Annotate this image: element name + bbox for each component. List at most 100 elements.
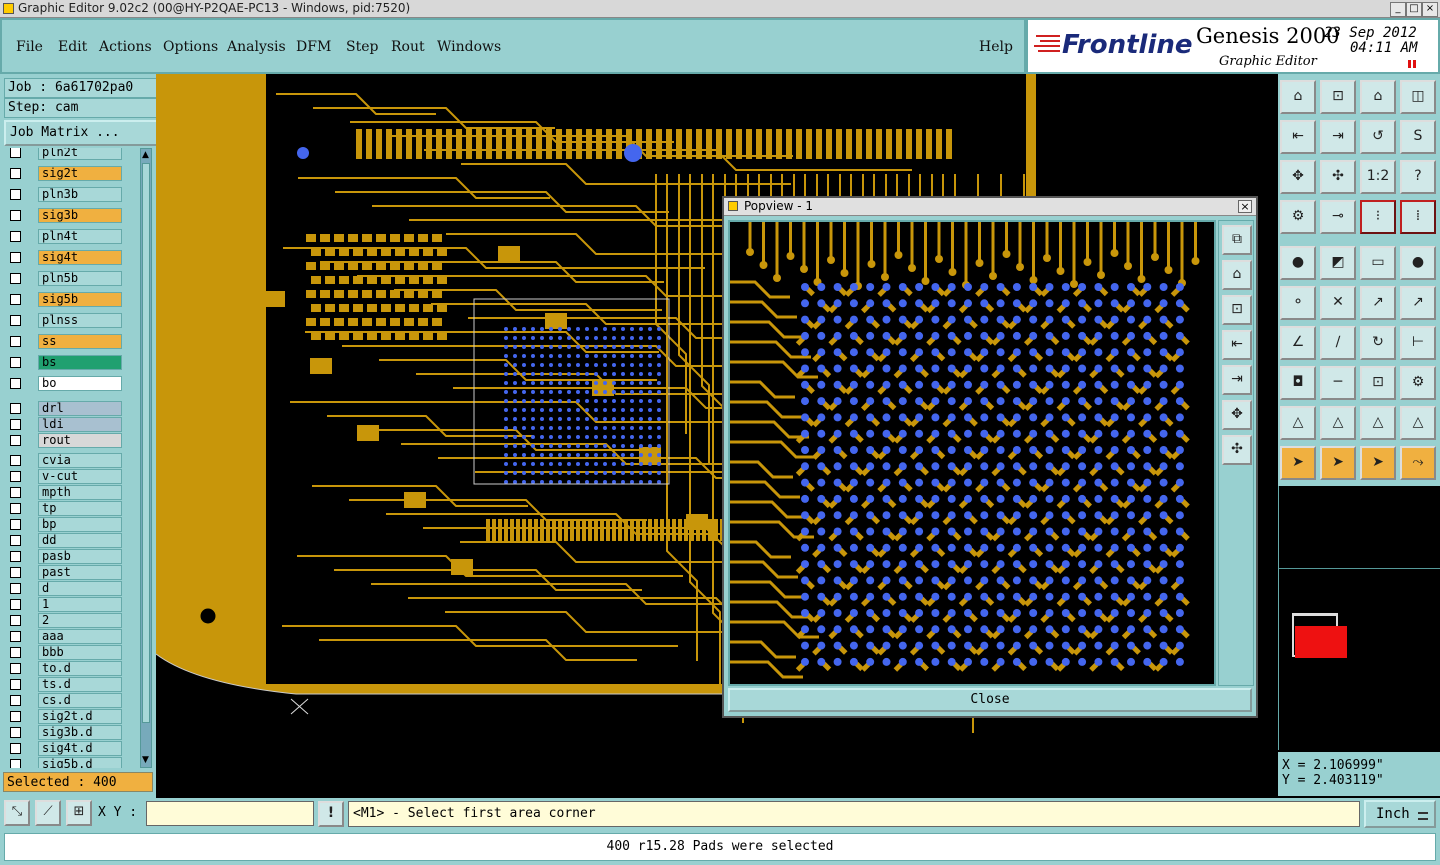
layer-row[interactable]: mpth bbox=[6, 485, 124, 500]
tool-button-icon[interactable]: ⚬ bbox=[1280, 286, 1316, 320]
layer-row[interactable]: sig4t.d bbox=[6, 741, 124, 756]
layer-name[interactable]: 2 bbox=[38, 613, 122, 628]
layer-row[interactable]: pln2t bbox=[6, 148, 124, 160]
layer-row[interactable]: tp bbox=[6, 501, 124, 516]
layer-name[interactable]: sig2t.d bbox=[38, 709, 122, 724]
tool-button-icon[interactable]: △ bbox=[1360, 406, 1396, 440]
tool-button-icon[interactable]: ↗ bbox=[1360, 286, 1396, 320]
layer-checkbox[interactable] bbox=[10, 455, 21, 466]
grid-icon[interactable]: ⊞ bbox=[66, 800, 92, 826]
tool-button-icon[interactable]: ⇤ bbox=[1280, 120, 1316, 154]
tool-button-icon[interactable]: ➤ bbox=[1360, 446, 1396, 480]
tool-button-icon[interactable]: ⊡ bbox=[1360, 366, 1396, 400]
layer-checkbox[interactable] bbox=[10, 273, 21, 284]
layer-checkbox[interactable] bbox=[10, 357, 21, 368]
layer-checkbox[interactable] bbox=[10, 519, 21, 530]
layer-checkbox[interactable] bbox=[10, 647, 21, 658]
layer-name[interactable]: sig2t bbox=[38, 166, 122, 181]
layer-name[interactable]: cs.d bbox=[38, 693, 122, 708]
tool-button-icon[interactable]: ⌂ bbox=[1280, 80, 1316, 114]
layer-checkbox[interactable] bbox=[10, 315, 21, 326]
menu-dfm[interactable]: DFM bbox=[296, 39, 331, 55]
maximize-button[interactable]: □ bbox=[1406, 2, 1422, 17]
layer-checkbox[interactable] bbox=[10, 535, 21, 546]
tool-button-icon[interactable]: ➤ bbox=[1320, 446, 1356, 480]
overview-map[interactable] bbox=[1278, 486, 1440, 750]
layer-checkbox[interactable] bbox=[10, 471, 21, 482]
tool-button-icon[interactable]: ↺ bbox=[1360, 120, 1396, 154]
tool-button-icon[interactable]: ? bbox=[1400, 160, 1436, 194]
popview-zoom-view[interactable] bbox=[730, 222, 1214, 684]
menu-analysis[interactable]: Analysis bbox=[227, 39, 286, 55]
layer-checkbox[interactable] bbox=[10, 252, 21, 263]
layer-name[interactable]: sig3b bbox=[38, 208, 122, 223]
units-dropdown[interactable]: Inch bbox=[1364, 800, 1436, 828]
tool-button-icon[interactable]: ∕ bbox=[1320, 326, 1356, 360]
tool-button-icon[interactable]: 1:2 bbox=[1360, 160, 1396, 194]
tool-button-icon[interactable]: ● bbox=[1280, 246, 1316, 280]
layer-row[interactable]: sig3b bbox=[6, 208, 124, 223]
menu-actions[interactable]: Actions bbox=[99, 39, 152, 55]
layer-name[interactable]: d bbox=[38, 581, 122, 596]
tool-button-icon[interactable]: ⊢ bbox=[1400, 326, 1436, 360]
layer-name[interactable]: tp bbox=[38, 501, 122, 516]
popview-tool-icon[interactable]: ⊡ bbox=[1222, 295, 1252, 325]
popview-tool-icon[interactable]: ⌂ bbox=[1222, 260, 1252, 290]
layer-scrollbar[interactable]: ▲ ▼ bbox=[140, 148, 152, 768]
layer-checkbox[interactable] bbox=[10, 231, 21, 242]
layer-checkbox[interactable] bbox=[10, 487, 21, 498]
layer-row[interactable]: bp bbox=[6, 517, 124, 532]
layer-checkbox[interactable] bbox=[10, 378, 21, 389]
layer-checkbox[interactable] bbox=[10, 679, 21, 690]
tool-button-icon[interactable]: △ bbox=[1320, 406, 1356, 440]
layer-row[interactable]: sig5b bbox=[6, 292, 124, 307]
tool-button-icon[interactable]: ⌂ bbox=[1360, 80, 1396, 114]
tool-button-icon[interactable]: ◫ bbox=[1400, 80, 1436, 114]
layer-row[interactable]: bbb bbox=[6, 645, 124, 660]
popview-tool-icon[interactable]: ✥ bbox=[1222, 400, 1252, 430]
layer-row[interactable]: cvia bbox=[6, 453, 124, 468]
tool-button-icon[interactable]: ✕ bbox=[1320, 286, 1356, 320]
menu-rout[interactable]: Rout bbox=[391, 39, 425, 55]
layer-name[interactable]: pln2t bbox=[38, 148, 122, 160]
layer-checkbox[interactable] bbox=[10, 711, 21, 722]
tool-button-icon[interactable]: ⁞ bbox=[1400, 200, 1436, 234]
tool-button-icon[interactable]: ➤ bbox=[1280, 446, 1316, 480]
popview-tool-icon[interactable]: ⇥ bbox=[1222, 365, 1252, 395]
layer-checkbox[interactable] bbox=[10, 503, 21, 514]
layer-row[interactable]: 2 bbox=[6, 613, 124, 628]
layer-row[interactable]: d bbox=[6, 581, 124, 596]
minimize-button[interactable]: _ bbox=[1390, 2, 1406, 17]
tool-button-icon[interactable]: ◩ bbox=[1320, 246, 1356, 280]
layer-row[interactable]: sig2t bbox=[6, 166, 124, 181]
menu-edit[interactable]: Edit bbox=[58, 39, 87, 55]
layer-checkbox[interactable] bbox=[10, 567, 21, 578]
tool-button-icon[interactable]: △ bbox=[1400, 406, 1436, 440]
layer-row[interactable]: pln4t bbox=[6, 229, 124, 244]
tool-button-icon[interactable]: ─ bbox=[1320, 366, 1356, 400]
menu-file[interactable]: File bbox=[16, 39, 43, 55]
tool-button-icon[interactable]: ✥ bbox=[1280, 160, 1316, 194]
tool-button-icon[interactable]: ↻ bbox=[1360, 326, 1396, 360]
layer-name[interactable]: rout bbox=[38, 433, 122, 448]
scroll-down-icon[interactable]: ▼ bbox=[142, 755, 150, 765]
layer-row[interactable]: bs bbox=[6, 355, 124, 370]
layer-name[interactable]: 1 bbox=[38, 597, 122, 612]
layer-row[interactable]: pasb bbox=[6, 549, 124, 564]
layer-row[interactable]: cs.d bbox=[6, 693, 124, 708]
tool-button-icon[interactable]: △ bbox=[1280, 406, 1316, 440]
layer-name[interactable]: cvia bbox=[38, 453, 122, 468]
xy-input[interactable] bbox=[146, 801, 314, 826]
layer-row[interactable]: v-cut bbox=[6, 469, 124, 484]
tool-button-icon[interactable]: ↗ bbox=[1400, 286, 1436, 320]
layer-checkbox[interactable] bbox=[10, 759, 21, 768]
tool-button-icon[interactable]: S bbox=[1400, 120, 1436, 154]
layer-checkbox[interactable] bbox=[10, 419, 21, 430]
layer-name[interactable]: bo bbox=[38, 376, 122, 391]
layer-checkbox[interactable] bbox=[10, 631, 21, 642]
layer-name[interactable]: drl bbox=[38, 401, 122, 416]
popview-tool-icon[interactable]: ⇤ bbox=[1222, 330, 1252, 360]
menu-windows[interactable]: Windows bbox=[437, 39, 501, 55]
layer-row[interactable]: ts.d bbox=[6, 677, 124, 692]
layer-name[interactable]: pasb bbox=[38, 549, 122, 564]
